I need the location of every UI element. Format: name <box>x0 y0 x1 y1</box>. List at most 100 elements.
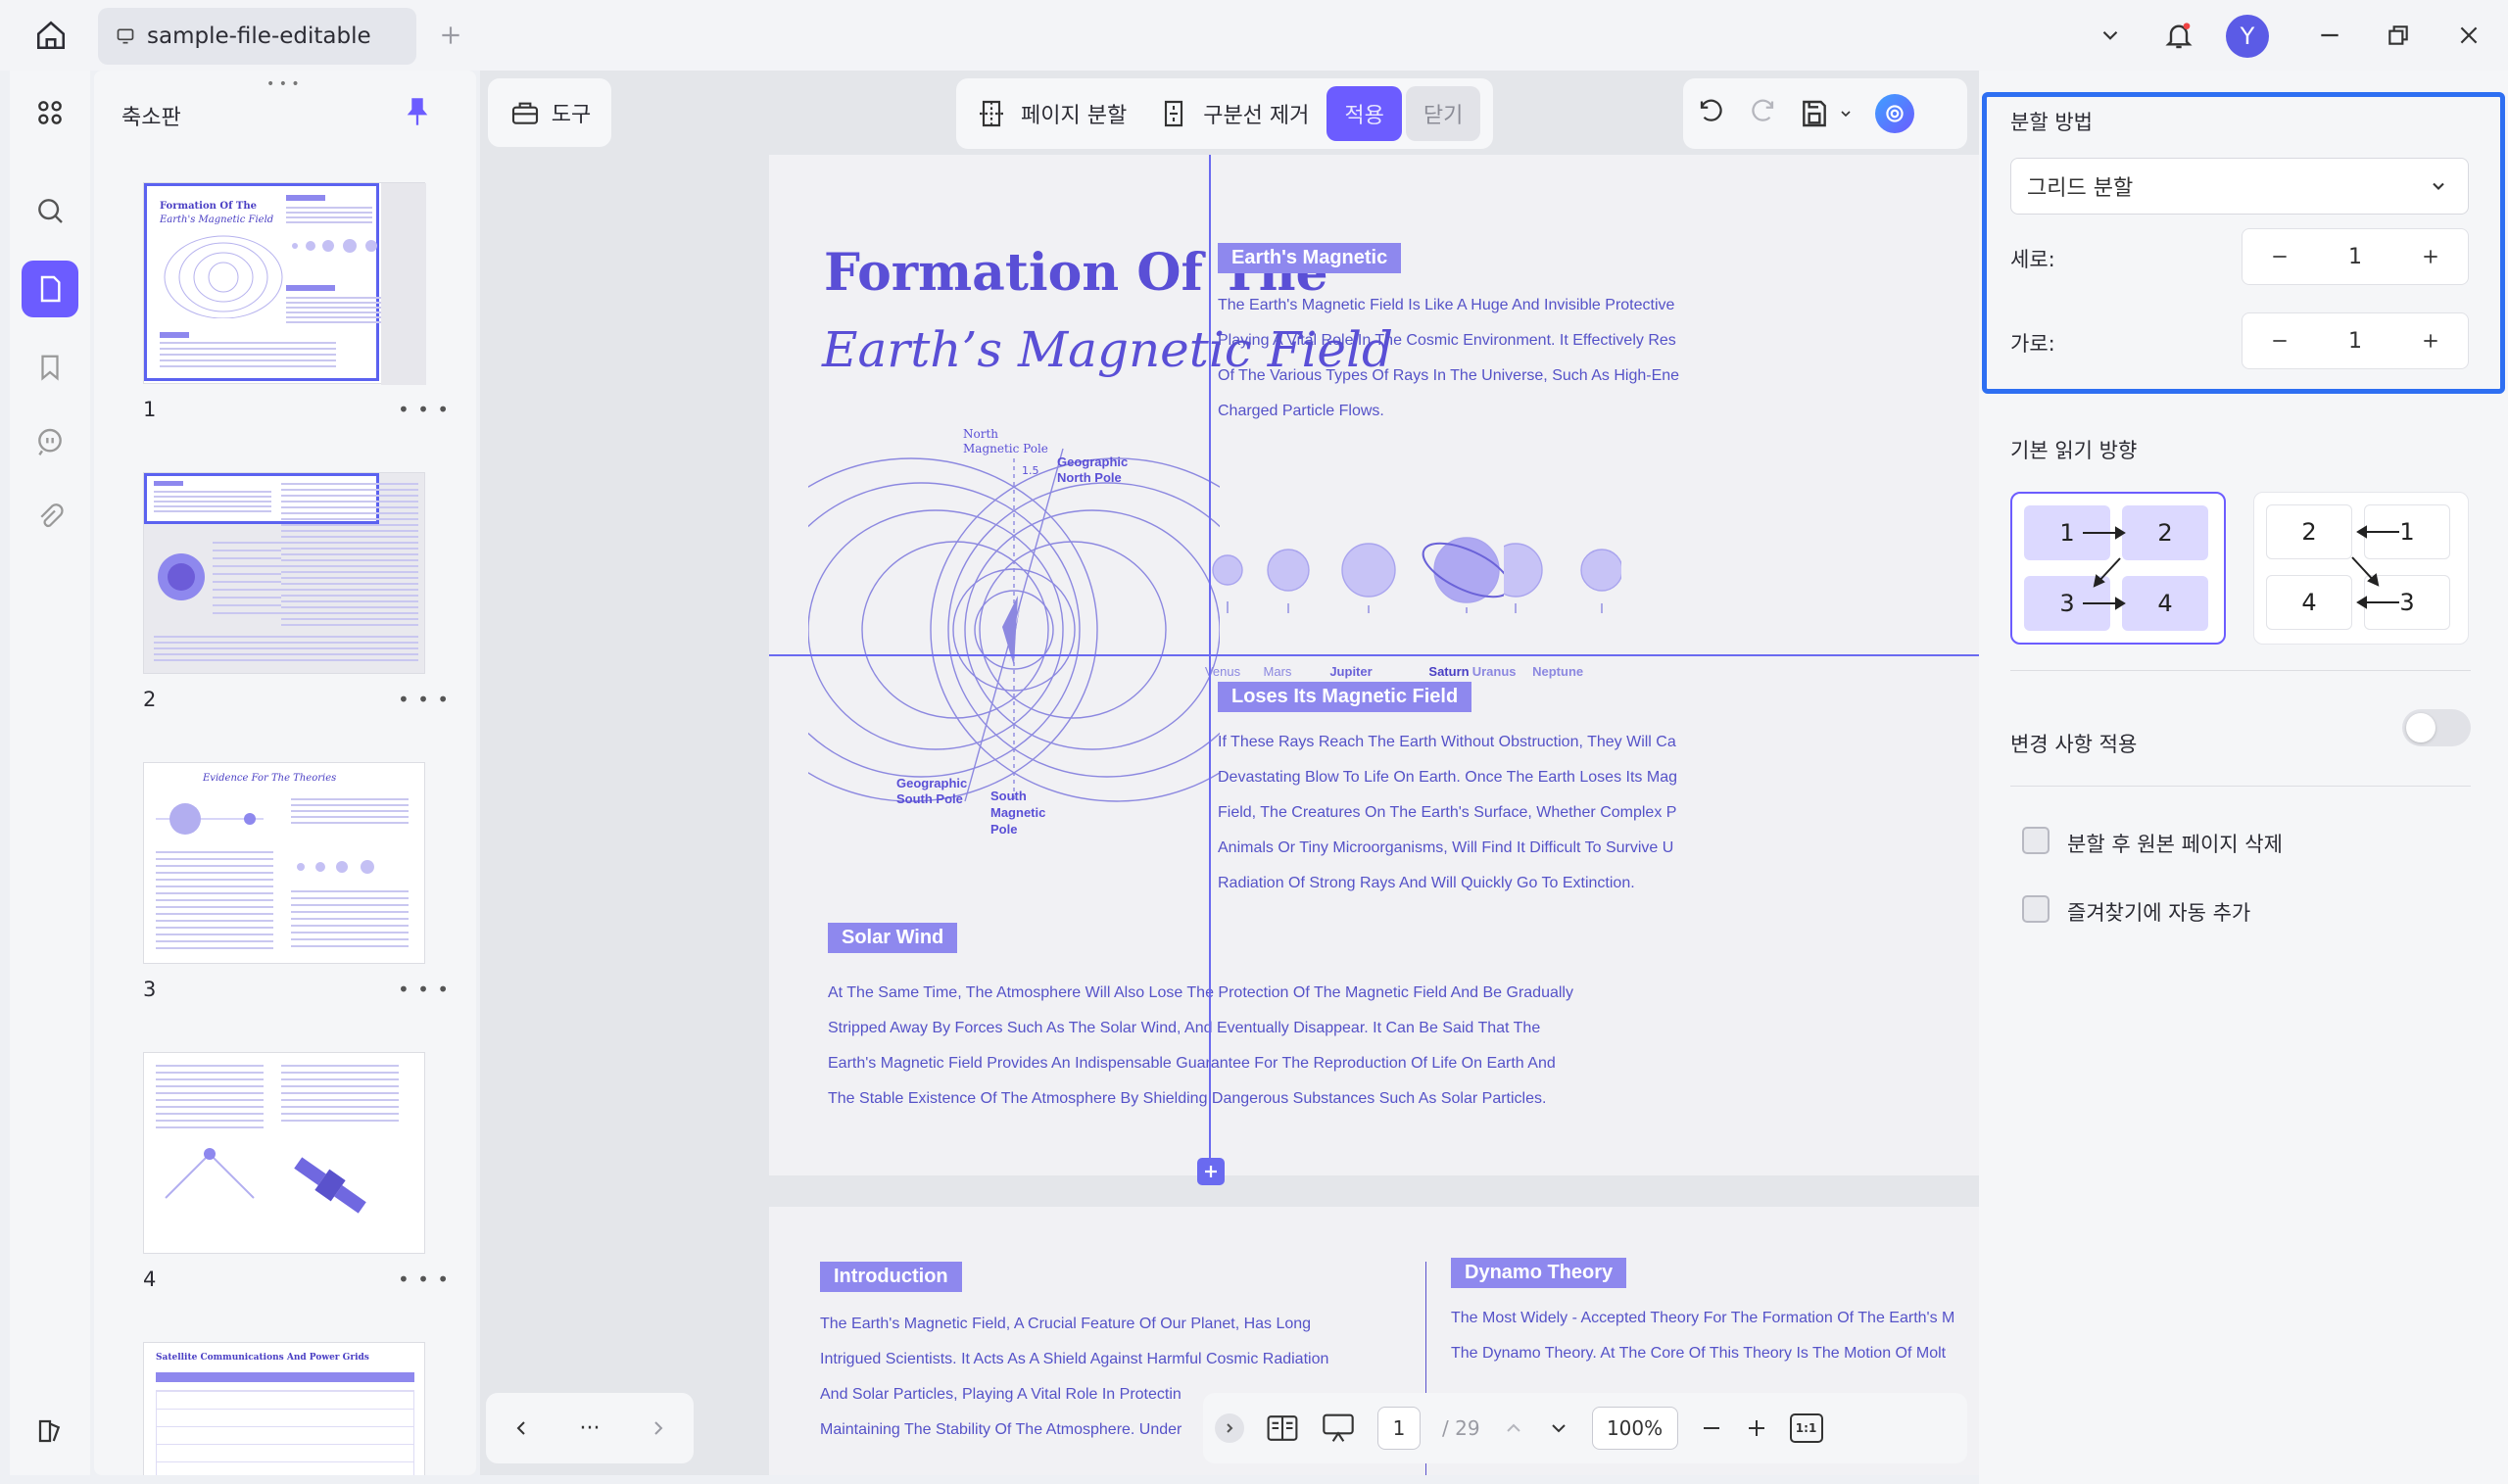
tools-button[interactable]: 도구 <box>488 78 611 147</box>
page-thumbnail-4[interactable] <box>143 1052 425 1254</box>
thumbnail-number-1: 1 <box>143 398 157 421</box>
geographic-north-label: Geographic North Pole <box>1057 455 1129 485</box>
title-bar: sample-file-editable Y <box>0 0 2508 71</box>
add-tab-icon[interactable] <box>419 4 482 67</box>
thumbnail-more-icon[interactable]: • • • <box>398 978 450 1001</box>
rows-stepper[interactable]: 1 <box>2242 228 2469 285</box>
split-page-button[interactable]: 페이지 분할 <box>962 86 1140 141</box>
zoom-in-icon[interactable] <box>1745 1416 1768 1440</box>
reading-direction-label: 기본 읽기 방향 <box>2010 439 2138 462</box>
delete-original-checkbox[interactable] <box>2022 827 2050 854</box>
apply-button[interactable]: 적용 <box>1326 86 1402 141</box>
monitor-icon <box>117 28 134 44</box>
chevron-down-icon <box>1841 111 1851 118</box>
minus-icon[interactable] <box>2270 247 2290 266</box>
columns-value[interactable]: 1 <box>2348 329 2362 354</box>
presentation-icon[interactable] <box>1321 1412 1356 1444</box>
split-method-value: 그리드 분할 <box>2027 176 2134 201</box>
two-page-view-icon[interactable] <box>1266 1413 1299 1443</box>
more-button[interactable]: ··· <box>580 1416 601 1441</box>
page-thumbnail-2[interactable] <box>143 472 425 674</box>
split-method-dropdown[interactable]: 그리드 분할 <box>2010 158 2469 215</box>
dynamo-theory-tag: Dynamo Theory <box>1451 1258 1627 1288</box>
split-page-icon <box>980 100 1003 127</box>
save-menu[interactable] <box>1799 98 1854 129</box>
thumbnail-more-icon[interactable]: • • • <box>398 688 450 711</box>
undo-icon[interactable] <box>1697 99 1726 128</box>
apply-changes-toggle[interactable] <box>2402 709 2471 746</box>
reading-direction-ltr[interactable]: 1 2 3 4 <box>2010 492 2226 645</box>
minimize-icon[interactable] <box>2298 4 2361 67</box>
satellite-icon <box>294 1157 366 1214</box>
minus-icon[interactable] <box>2270 331 2290 351</box>
document-canvas: Formation Of The Earth’s Magnetic Field <box>480 71 1979 1475</box>
ai-assistant-icon[interactable] <box>1875 94 1914 133</box>
page-thumbnail-1[interactable]: Formation Of The Earth's Magnetic Field <box>143 182 426 385</box>
remove-divider-label: 구분선 제거 <box>1203 104 1310 128</box>
restore-icon[interactable] <box>2367 4 2430 67</box>
home-icon[interactable] <box>20 4 82 67</box>
pages-icon[interactable] <box>22 261 78 317</box>
split-page-label: 페이지 분할 <box>1021 104 1128 128</box>
chevron-up-icon[interactable] <box>1502 1416 1525 1440</box>
solar-wind-tag: Solar Wind <box>828 923 958 953</box>
actual-size-button[interactable]: 1:1 <box>1789 1413 1823 1443</box>
magnetic-field-diagram <box>808 448 1220 802</box>
planet-labels-2: Uranus Neptune <box>1471 664 1584 679</box>
pin-icon[interactable] <box>404 96 431 127</box>
resize-handle[interactable]: • • • <box>266 76 300 92</box>
grid-icon[interactable] <box>22 84 78 141</box>
thumbnail-planets <box>297 860 374 874</box>
layers-icon[interactable] <box>22 1403 78 1460</box>
plus-icon[interactable] <box>2421 331 2440 351</box>
angle-label: 1.5 <box>1022 464 1039 477</box>
columns-label: 가로: <box>2010 332 2055 356</box>
add-bookmark-checkbox[interactable] <box>2022 895 2050 923</box>
thumbnail-diagram <box>164 235 283 318</box>
add-split-line-button[interactable] <box>1197 1158 1225 1185</box>
comment-icon[interactable] <box>22 413 78 470</box>
total-pages: / 29 <box>1442 1416 1480 1440</box>
rows-value[interactable]: 1 <box>2348 245 2362 269</box>
chevron-down-icon[interactable] <box>1547 1416 1570 1440</box>
search-icon[interactable] <box>22 182 78 239</box>
reading-arrows-icon <box>2351 525 2399 609</box>
bell-icon[interactable] <box>2147 4 2210 67</box>
solar-wind-text: At The Same Time, The Atmosphere Will Al… <box>828 984 1573 1107</box>
page-thumbnail-3[interactable]: Evidence For The Theories <box>143 762 425 964</box>
attachment-icon[interactable] <box>22 490 78 547</box>
columns-stepper[interactable]: 1 <box>2242 312 2469 369</box>
thumbnail-title: Evidence For The Theories <box>203 773 337 784</box>
chevron-right-icon[interactable] <box>647 1416 670 1440</box>
collapse-button[interactable] <box>1215 1413 1244 1443</box>
save-icon <box>1803 100 1826 127</box>
page-thumbnail-5[interactable]: Satellite Communications And Power Grids <box>143 1342 425 1475</box>
zoom-out-icon[interactable] <box>1700 1416 1723 1440</box>
document-tab[interactable]: sample-file-editable <box>98 8 416 65</box>
planets-diagram-2 <box>1504 543 1621 613</box>
close-icon[interactable] <box>2437 4 2500 67</box>
remove-divider-button[interactable]: 구분선 제거 <box>1144 86 1323 141</box>
horizontal-split-line[interactable] <box>769 654 1979 656</box>
split-settings-panel: 분할 방법 그리드 분할 세로: 1 가로: 1 기본 읽기 방향 1 2 3 … <box>1979 71 2508 1484</box>
thumbnail-more-icon[interactable]: • • • <box>398 398 450 421</box>
vertical-split-line[interactable] <box>1209 155 1211 1175</box>
redo-icon[interactable] <box>1748 99 1777 128</box>
chevron-down-icon[interactable] <box>2079 4 2142 67</box>
close-button[interactable]: 닫기 <box>1405 86 1481 141</box>
thumbnail-subtitle: Earth's Magnetic Field <box>160 215 274 225</box>
avatar[interactable]: Y <box>2226 15 2269 58</box>
bookmark-icon[interactable] <box>22 339 78 396</box>
page-1: Formation Of The Earth’s Magnetic Field <box>769 155 1979 1185</box>
reading-direction-rtl[interactable]: 2 1 4 3 <box>2253 492 2469 645</box>
thumbnail-more-icon[interactable]: • • • <box>398 1268 450 1291</box>
loses-magnetic-text: If These Rays Reach The Earth Without Ob… <box>1218 734 1677 891</box>
chevron-left-icon[interactable] <box>509 1416 533 1440</box>
page-number-input[interactable]: 1 <box>1377 1407 1421 1450</box>
zoom-level[interactable]: 100% <box>1591 1407 1678 1450</box>
thumbnail-title: Formation Of The <box>160 201 257 212</box>
plus-icon[interactable] <box>2421 247 2440 266</box>
page-nav-bar: 1 / 29 100% 1:1 <box>1203 1393 1967 1463</box>
rows-label: 세로: <box>2010 248 2055 271</box>
dynamo-theory-text: The Most Widely - Accepted Theory For Th… <box>1451 1310 1955 1362</box>
